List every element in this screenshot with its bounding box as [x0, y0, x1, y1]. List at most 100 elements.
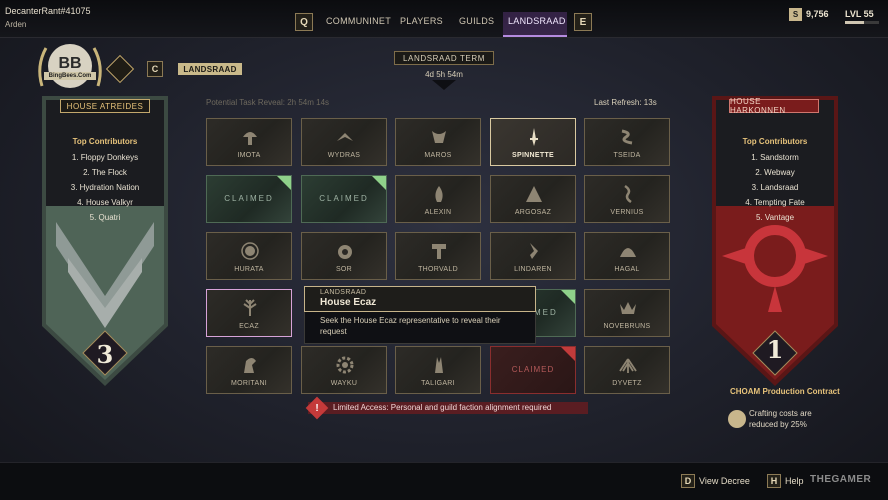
wave-icon: [618, 127, 638, 147]
house-card-wayku[interactable]: WAYKU: [301, 346, 387, 394]
tree-icon: [240, 298, 260, 318]
prev-tab-key[interactable]: Q: [295, 13, 313, 31]
house-card-lindaren[interactable]: LINDAREN: [490, 232, 576, 280]
tab-players[interactable]: PLAYERS: [400, 16, 443, 26]
choam-coin-icon: [728, 410, 746, 428]
fan-icon: [618, 241, 638, 261]
list-item: 4. House Valkyr: [77, 198, 133, 207]
harkonnen-title: HOUSE HARKONNEN: [729, 97, 819, 115]
house-card-label: THORVALD: [418, 266, 458, 273]
gear-icon: [335, 355, 355, 375]
crown-icon: [618, 298, 638, 318]
atreides-rank: 3: [96, 340, 114, 369]
help-button[interactable]: Help: [785, 476, 804, 486]
watermark-logo: BB BingBees.Com: [34, 38, 106, 96]
claimed-check-icon: [561, 290, 575, 304]
next-tab-key[interactable]: E: [574, 13, 592, 31]
house-card-label: ARGOSAZ: [514, 209, 552, 216]
claimed-check-icon: [372, 176, 386, 190]
helix-icon: [618, 184, 638, 204]
choam-bonus-title: CHOAM Production Contract: [730, 387, 840, 396]
ram-icon: [429, 127, 449, 147]
brand-watermark: THEGAMER: [810, 474, 872, 485]
house-card-label: DYVETZ: [612, 380, 642, 387]
landsraad-tag: LANDSRAAD: [178, 63, 242, 75]
feather-icon: [524, 241, 544, 261]
limited-access-text: Limited Access: Personal and guild facti…: [333, 403, 552, 412]
list-item: 1. Floppy Donkeys: [71, 153, 139, 162]
house-card-label: IMOTA: [237, 152, 261, 159]
atreides-title: HOUSE ATREIDES: [60, 99, 150, 113]
house-card-label: HURATA: [234, 266, 264, 273]
atreides-contributors-list: 1. Floppy Donkeys 2. The Flock 3. Hydrat…: [46, 150, 164, 225]
house-card-maros[interactable]: MAROS: [395, 118, 481, 166]
tooltip-subtitle: LANDSRAAD: [320, 289, 367, 296]
house-card-claimed[interactable]: CLAIMED: [206, 175, 292, 223]
list-item: 5. Vantage: [755, 213, 795, 222]
top-bar: [0, 0, 888, 38]
house-card-wydras[interactable]: WYDRAS: [301, 118, 387, 166]
house-card-novebruns[interactable]: NOVEBRUNS: [584, 289, 670, 337]
watermark-text: BingBees.Com: [44, 72, 96, 80]
hammer-icon: [429, 241, 449, 261]
player-level: LVL 55: [845, 9, 874, 19]
house-card-tseida[interactable]: TSEIDA: [584, 118, 670, 166]
mushroom-icon: [240, 127, 260, 147]
house-card-argosaz[interactable]: ARGOSAZ: [490, 175, 576, 223]
list-item: 3. Landsraad: [751, 183, 799, 192]
tab-guilds[interactable]: GUILDS: [459, 16, 494, 26]
house-card-label: MAROS: [424, 152, 452, 159]
tab-communinet[interactable]: COMMUNINET: [326, 16, 391, 26]
svg-text:BB: BB: [58, 55, 81, 72]
enemy-claimed-icon: [561, 347, 575, 361]
landsraad-term-value: 4d 5h 54m: [425, 70, 463, 79]
tab-landsraad[interactable]: LANDSRAAD: [508, 16, 566, 26]
house-card-label: ALEXIN: [424, 209, 452, 216]
house-card-label: LINDAREN: [514, 266, 552, 273]
house-card-label: TALIGARI: [421, 380, 455, 387]
claimed-check-icon: [277, 176, 291, 190]
house-card-vernius[interactable]: VERNIUS: [584, 175, 670, 223]
level-progress-bar: [845, 21, 879, 24]
bottom-bar: [0, 462, 888, 500]
solari-icon: S: [789, 8, 802, 21]
house-card-label: WYDRAS: [327, 152, 361, 159]
help-key[interactable]: H: [767, 474, 781, 488]
player-location: Arden: [5, 20, 27, 29]
house-card-label: SPINNETTE: [512, 152, 554, 159]
harkonnen-contributors-title: Top Contributors: [742, 137, 808, 146]
house-card-spinnette[interactable]: SPINNETTE: [490, 118, 576, 166]
flame-icon: [429, 184, 449, 204]
house-card-claimed[interactable]: CLAIMED: [301, 175, 387, 223]
list-item: 2. Webway: [755, 168, 795, 177]
level-progress-fill: [845, 21, 864, 24]
term-pointer-icon: [432, 80, 456, 90]
atreides-contributors-title: Top Contributors: [72, 137, 138, 146]
harkonnen-rank: 1: [766, 335, 784, 364]
view-decree-button[interactable]: View Decree: [699, 476, 750, 486]
house-card-hurata[interactable]: HURATA: [206, 232, 292, 280]
landsraad-term-label: LANDSRAAD TERM: [394, 51, 494, 65]
house-card-dyvetz[interactable]: DYVETZ: [584, 346, 670, 394]
house-card-label: CLAIMED: [319, 194, 369, 203]
crest-key[interactable]: C: [147, 61, 163, 77]
house-card-ecaz[interactable]: ECAZ: [206, 289, 292, 337]
house-card-label: ECAZ: [239, 323, 259, 330]
list-item: 5. Quatri: [89, 213, 121, 222]
house-card-label: HAGAL: [614, 266, 640, 273]
house-card-imota[interactable]: IMOTA: [206, 118, 292, 166]
blade-icon: [524, 127, 544, 147]
choam-bonus-description: Crafting costs are reduced by 25%: [749, 409, 812, 429]
view-decree-key[interactable]: D: [681, 474, 695, 488]
house-card-label: VERNIUS: [610, 209, 644, 216]
house-card-alexin[interactable]: ALEXIN: [395, 175, 481, 223]
house-card-hagal[interactable]: HAGAL: [584, 232, 670, 280]
house-card-label: MORITANI: [230, 380, 268, 387]
house-card-label: SOR: [335, 266, 353, 273]
house-card-sor[interactable]: SOR: [301, 232, 387, 280]
list-item: 2. The Flock: [83, 168, 127, 177]
house-card-taligari[interactable]: TALIGARI: [395, 346, 481, 394]
house-card-moritani[interactable]: MORITANI: [206, 346, 292, 394]
house-card-claimed[interactable]: CLAIMED: [490, 346, 576, 394]
house-card-thorvald[interactable]: THORVALD: [395, 232, 481, 280]
